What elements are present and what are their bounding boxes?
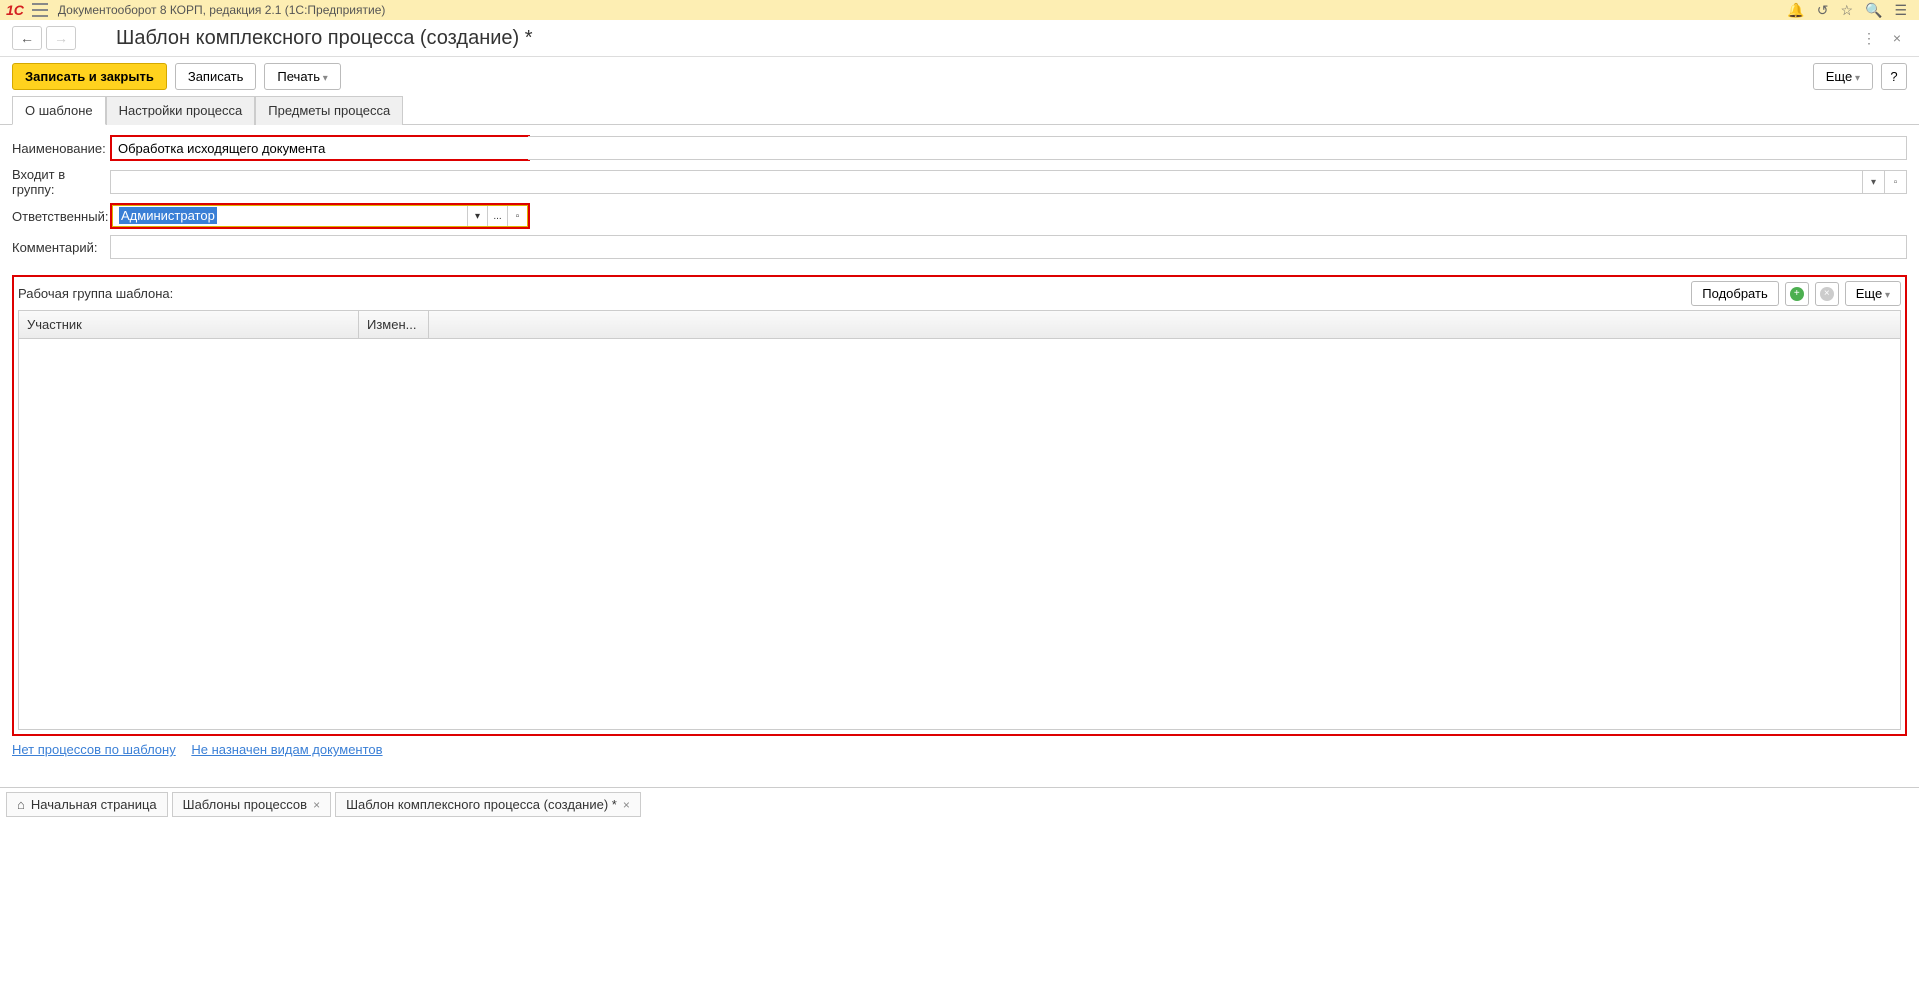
responsible-input[interactable]: Администратор ▾ ... ▫ <box>112 205 528 227</box>
kebab-icon[interactable]: ⋮ <box>1859 28 1879 48</box>
group-dropdown-icon[interactable]: ▾ <box>1863 170 1885 194</box>
workgroup-section: Рабочая группа шаблона: Подобрать + × Ещ… <box>12 275 1907 736</box>
logo-1c: 1C <box>6 2 24 18</box>
delete-button[interactable]: × <box>1815 282 1839 306</box>
links-row: Нет процессов по шаблону Не назначен вид… <box>0 736 1919 763</box>
comment-input[interactable] <box>110 235 1907 259</box>
responsible-dropdown-icon[interactable]: ▾ <box>467 206 487 226</box>
comment-label: Комментарий: <box>12 240 110 255</box>
page-header: ← → Шаблон комплексного процесса (создан… <box>0 20 1919 57</box>
btab-templates[interactable]: Шаблоны процессов × <box>172 792 331 817</box>
tab-subjects[interactable]: Предметы процесса <box>255 96 403 125</box>
tabs: О шаблоне Настройки процесса Предметы пр… <box>0 96 1919 125</box>
bottom-tabs: ⌂ Начальная страница Шаблоны процессов ×… <box>0 787 1919 821</box>
menu-icon[interactable]: ☰ <box>1894 2 1907 19</box>
group-label: Входит в группу: <box>12 167 110 197</box>
app-title: Документооборот 8 КОРП, редакция 2.1 (1С… <box>58 3 1787 17</box>
close-icon[interactable]: × <box>623 798 630 812</box>
toolbar: Записать и закрыть Записать Печать Еще ? <box>0 57 1919 96</box>
more-button[interactable]: Еще <box>1813 63 1873 90</box>
responsible-label: Ответственный: <box>12 209 110 224</box>
titlebar: 1C Документооборот 8 КОРП, редакция 2.1 … <box>0 0 1919 20</box>
btab-templates-label: Шаблоны процессов <box>183 797 307 812</box>
star-icon[interactable]: ☆ <box>1840 2 1853 19</box>
name-field-highlight <box>110 135 530 161</box>
add-button[interactable]: + <box>1785 282 1809 306</box>
btab-current[interactable]: Шаблон комплексного процесса (создание) … <box>335 792 641 817</box>
group-open-icon[interactable]: ▫ <box>1885 170 1907 194</box>
close-icon[interactable]: × <box>313 798 320 812</box>
nav-arrows: ← → <box>12 26 76 50</box>
col-participant[interactable]: Участник <box>19 311 359 338</box>
responsible-field-highlight: Администратор ▾ ... ▫ <box>110 203 530 229</box>
close-icon[interactable]: × <box>1887 28 1907 48</box>
plus-icon: + <box>1790 287 1804 301</box>
select-button[interactable]: Подобрать <box>1691 281 1778 306</box>
save-close-button[interactable]: Записать и закрыть <box>12 63 167 90</box>
col-change[interactable]: Измен... <box>359 311 429 338</box>
print-button[interactable]: Печать <box>264 63 340 90</box>
responsible-value: Администратор <box>119 207 217 224</box>
tab-settings[interactable]: Настройки процесса <box>106 96 256 125</box>
help-button[interactable]: ? <box>1881 63 1907 90</box>
name-input-ext[interactable] <box>528 136 1907 160</box>
bell-icon[interactable]: 🔔 <box>1787 2 1804 19</box>
history-icon[interactable]: ↺ <box>1817 2 1829 19</box>
btab-home-label: Начальная страница <box>31 797 157 812</box>
page-title: Шаблон комплексного процесса (создание) … <box>116 27 1859 50</box>
hamburger-icon[interactable] <box>32 3 48 17</box>
save-button[interactable]: Записать <box>175 63 257 90</box>
table-body[interactable] <box>19 339 1900 729</box>
forward-button[interactable]: → <box>46 26 76 50</box>
btab-current-label: Шаблон комплексного процесса (создание) … <box>346 797 617 812</box>
search-icon[interactable]: 🔍 <box>1865 2 1882 19</box>
cross-icon: × <box>1820 287 1834 301</box>
btab-home[interactable]: ⌂ Начальная страница <box>6 792 168 817</box>
link-no-processes[interactable]: Нет процессов по шаблону <box>12 742 176 757</box>
col-spacer <box>429 311 1900 338</box>
name-label: Наименование: <box>12 141 110 156</box>
workgroup-more-button[interactable]: Еще <box>1845 281 1901 306</box>
home-icon: ⌂ <box>17 797 25 812</box>
name-input[interactable] <box>112 137 528 159</box>
form-area: Наименование: Входит в группу: ▾ ▫ Ответ… <box>0 125 1919 275</box>
responsible-ellipsis-icon[interactable]: ... <box>487 206 507 226</box>
tab-about[interactable]: О шаблоне <box>12 96 106 125</box>
responsible-open-icon[interactable]: ▫ <box>507 206 527 226</box>
group-input[interactable] <box>110 170 1863 194</box>
back-button[interactable]: ← <box>12 26 42 50</box>
workgroup-table: Участник Измен... <box>18 310 1901 730</box>
titlebar-icons: 🔔 ↺ ☆ 🔍 ☰ <box>1787 2 1913 19</box>
link-not-assigned[interactable]: Не назначен видам документов <box>191 742 382 757</box>
workgroup-label: Рабочая группа шаблона: <box>18 286 1685 301</box>
